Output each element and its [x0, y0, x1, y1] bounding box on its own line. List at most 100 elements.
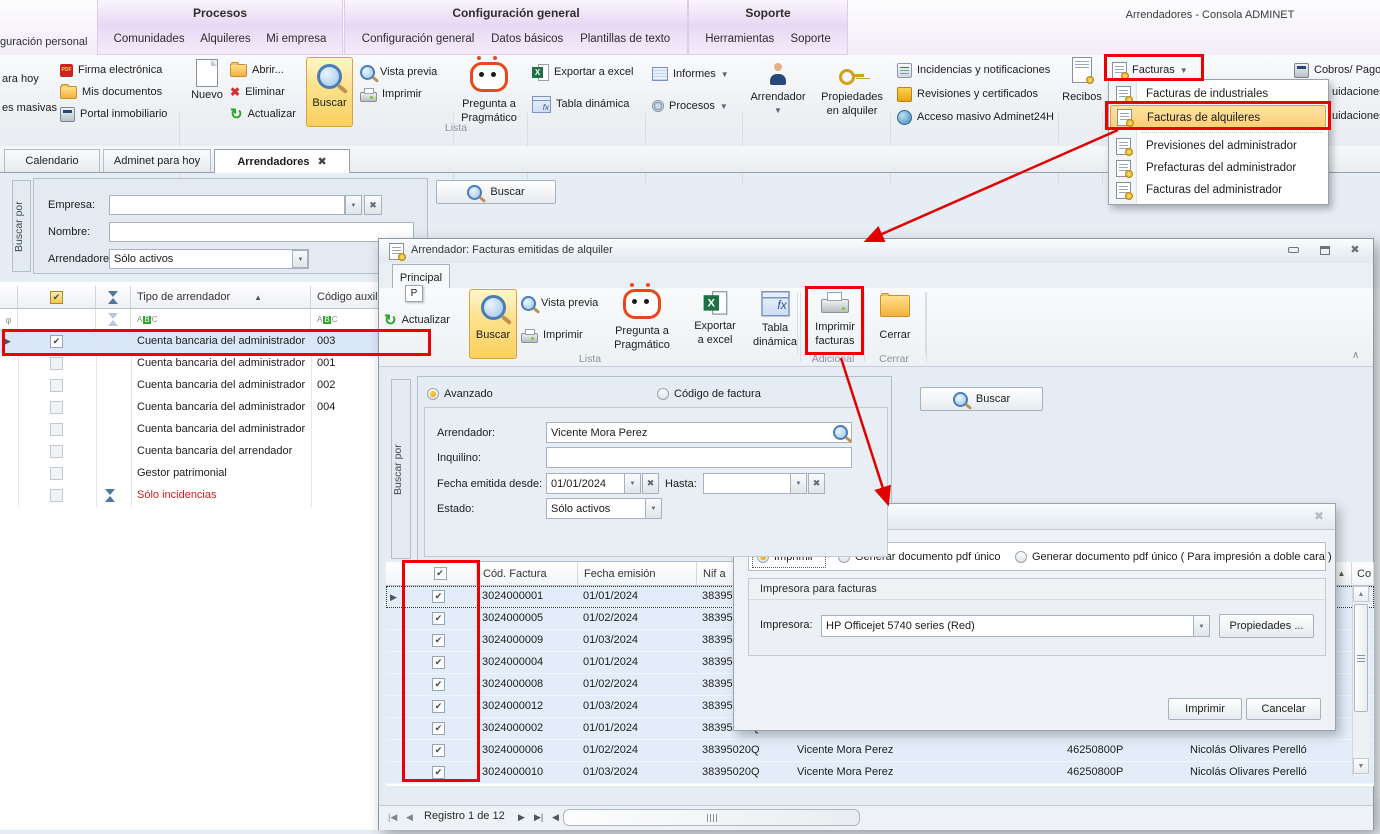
scroll-down-icon[interactable]: ▼ — [1353, 758, 1369, 774]
hourglass-filter-cell[interactable] — [96, 309, 131, 331]
close-icon[interactable]: ✖ — [1314, 509, 1324, 523]
grid-vscrollbar[interactable]: ▲ ▼ — [1352, 586, 1369, 776]
tab-mi-empresa[interactable]: Mi empresa — [266, 33, 326, 45]
row-checkbox[interactable] — [50, 467, 63, 480]
menu-item-prefacturas[interactable]: Prefacturas del administrador — [1110, 157, 1326, 179]
revisiones-button[interactable]: Revisiones y certificados — [897, 85, 1038, 103]
dialog-tabla-button[interactable]: Tabladinámica — [746, 289, 804, 348]
collapse-chevron-icon[interactable]: ∧ — [1352, 350, 1359, 361]
cobros-pagos-button[interactable]: Cobros/ Pagos — [1294, 61, 1380, 79]
nombre-input[interactable] — [109, 222, 414, 242]
tab-adminet-para-hoy[interactable]: Adminet para hoy — [103, 149, 211, 172]
cod-factura-header[interactable]: Cód. Factura — [477, 562, 578, 586]
row-checkbox[interactable] — [432, 744, 445, 757]
tipo-filter-cell[interactable]: ABC — [131, 309, 311, 331]
fecha-desde-dropdown[interactable] — [624, 473, 641, 494]
close-tab-icon[interactable]: ✖ — [317, 155, 326, 168]
propiedades-en-alquiler-button[interactable]: Propiedades en alquiler — [818, 55, 886, 117]
firma-electronica-button[interactable]: Firma electrónica — [60, 61, 162, 79]
vista-previa-button[interactable]: Vista previa — [360, 63, 437, 81]
menu-item-previsiones[interactable]: Previsiones del administrador — [1110, 135, 1326, 157]
fecha-desde-clear[interactable] — [642, 473, 659, 494]
row-checkbox[interactable] — [432, 678, 445, 691]
restore-icon[interactable] — [1316, 243, 1334, 257]
first-record-icon[interactable]: |◀ — [388, 812, 397, 823]
hscrollbar-thumb[interactable] — [563, 809, 860, 826]
dialog-imprimir-button[interactable]: Imprimir — [521, 326, 583, 344]
row-checkbox[interactable] — [432, 612, 445, 625]
actualizar-button[interactable]: ↻Actualizar — [230, 105, 296, 123]
table-row[interactable]: Cuenta bancaria del administrador — [0, 419, 432, 441]
table-row[interactable]: 3024000006 01/02/2024 38395020Q Vicente … — [386, 740, 1374, 762]
liquidaciones-button[interactable]: uidaciones — [1332, 86, 1380, 98]
mis-documentos-button[interactable]: Mis documentos — [60, 83, 162, 101]
tab-comunidades[interactable]: Comunidades — [114, 33, 185, 45]
dialog-exportar-button[interactable]: Exportara excel — [686, 289, 744, 346]
impresora-dropdown[interactable] — [1193, 615, 1210, 637]
row-checkbox[interactable] — [432, 722, 445, 735]
inquilino-input[interactable] — [546, 447, 852, 468]
tab-plantillas[interactable]: Plantillas de texto — [580, 33, 670, 45]
menu-item-facturas-industriales[interactable]: Facturas de industriales — [1110, 83, 1326, 105]
estado-select[interactable]: Sólo activos — [546, 498, 646, 519]
co-header[interactable]: Co — [1352, 562, 1374, 586]
dialog-pregunta-button[interactable]: Pregunta aPragmático — [604, 289, 680, 351]
arrendador-input[interactable]: Vicente Mora Perez — [546, 422, 852, 443]
ribbon-adminet-para-hoy[interactable]: ara hoy — [2, 70, 39, 88]
tab-configuracion-general[interactable]: Configuración general — [362, 33, 475, 45]
fecha-desde-input[interactable]: 01/01/2024 — [546, 473, 625, 494]
empresa-clear-button[interactable] — [364, 195, 382, 215]
tab-datos-basicos[interactable]: Datos básicos — [491, 33, 563, 45]
buscar-main-button[interactable]: Buscar — [436, 180, 556, 204]
menu-item-facturas-alquileres[interactable]: Facturas de alquileres — [1110, 105, 1326, 130]
row-checkbox[interactable] — [432, 590, 445, 603]
empresa-dropdown-button[interactable] — [345, 195, 362, 215]
codigo-factura-radio[interactable]: Código de factura — [657, 385, 761, 403]
dialog-cerrar-button[interactable]: Cerrar — [866, 289, 924, 341]
print-cancelar-button[interactable]: Cancelar — [1246, 698, 1321, 720]
row-checkbox[interactable] — [50, 401, 63, 414]
row-checkbox[interactable] — [50, 489, 63, 502]
table-row[interactable]: Cuenta bancaria del administrador 002 — [0, 375, 432, 397]
incidencias-button[interactable]: Incidencias y notificaciones — [897, 61, 1050, 79]
recibos-button[interactable]: Recibos — [1063, 57, 1101, 103]
row-checkbox[interactable] — [50, 423, 63, 436]
hasta-dropdown[interactable] — [790, 473, 807, 494]
buscar-por-sidestrip[interactable]: Buscar por — [12, 180, 31, 272]
row-checkbox[interactable] — [432, 766, 445, 779]
imprimir-button[interactable]: Imprimir — [360, 85, 422, 103]
menu-item-facturas-administrador[interactable]: Facturas del administrador — [1110, 179, 1326, 201]
hasta-clear[interactable] — [808, 473, 825, 494]
hourglass-column-header[interactable] — [96, 286, 131, 309]
table-row[interactable]: ▶ Cuenta bancaria del administrador 003 — [0, 331, 432, 353]
informes-dropdown[interactable]: Informes▼ — [652, 65, 729, 83]
next-record-icon[interactable]: ▶ — [518, 812, 525, 823]
row-checkbox[interactable] — [432, 700, 445, 713]
portal-inmobiliario-button[interactable]: Portal inmobiliario — [60, 105, 167, 123]
scroll-left-icon[interactable]: ◀ — [552, 812, 559, 823]
nuevo-button[interactable]: Nuevo — [185, 59, 229, 101]
dialog-titlebar[interactable]: Arrendador: Facturas emitidas de alquile… — [379, 239, 1373, 264]
ribbon-notificaciones-masivas[interactable]: es masivas — [2, 99, 57, 117]
row-checkbox[interactable] — [50, 445, 63, 458]
tab-calendario[interactable]: Calendario — [4, 149, 100, 172]
exportar-excel-button[interactable]: Exportar a excel — [532, 63, 633, 81]
check-column-header[interactable] — [18, 286, 96, 309]
avanzado-radio[interactable]: Avanzado — [427, 385, 493, 403]
propiedades-button[interactable]: Propiedades ... — [1219, 614, 1314, 638]
row-checkbox[interactable] — [50, 357, 63, 370]
tab-alquileres[interactable]: Alquileres — [200, 33, 251, 45]
row-checkbox[interactable] — [432, 656, 445, 669]
tab-configuracion-personal[interactable]: guración personal — [0, 36, 96, 48]
facturas-dropdown[interactable]: Facturas▼ — [1112, 61, 1188, 79]
arrendador-lookup-icon[interactable] — [833, 425, 848, 440]
tabla-dinamica-button[interactable]: Tabla dinámica — [532, 95, 629, 113]
row-checkbox[interactable] — [50, 335, 63, 348]
dialog-vista-previa-button[interactable]: Vista previa — [521, 294, 598, 312]
pregunta-pragmatico-button[interactable]: Pregunta a Pragmático — [458, 55, 520, 124]
tipo-arrendador-header[interactable]: Tipo de arrendador▲ — [131, 286, 311, 309]
arrendadores-select[interactable]: Sólo activos — [109, 249, 309, 269]
acceso-masivo-button[interactable]: Acceso masivo Adminet24H — [897, 108, 1054, 126]
empresa-input[interactable] — [109, 195, 345, 215]
minimize-icon[interactable] — [1284, 243, 1302, 257]
